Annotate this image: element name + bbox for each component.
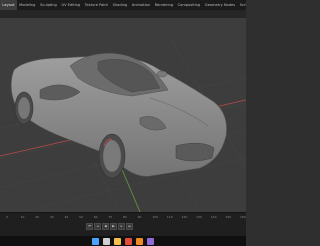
front-rim [102, 139, 122, 173]
playback-controls: ⏮ ◂ ◀ ▶ ▸ ⏭ [86, 223, 133, 230]
play-icon[interactable]: ▶ [110, 223, 117, 230]
3d-viewport[interactable] [0, 18, 246, 212]
viewport-scene [0, 37, 246, 212]
front-grille [175, 143, 215, 162]
frame-tick-label: 80 [123, 215, 127, 219]
workspace-tab-scripting[interactable]: Scripting [237, 0, 246, 10]
frame-tick-label: 100 [152, 215, 158, 219]
workspace-tab-rendering[interactable]: Rendering [152, 0, 175, 10]
frame-tick-label: 140 [210, 215, 217, 219]
frame-tick-label: 110 [166, 215, 173, 219]
timeline-ruler[interactable]: 0 10 20 30 40 50 60 70 80 90 100 110 120 130 140 150 160 [0, 214, 246, 222]
workspace-tab-sculpting[interactable]: Sculpting [38, 0, 59, 10]
play-reverse-icon[interactable]: ◀ [102, 223, 109, 230]
frame-tick-label: 40 [64, 215, 69, 219]
os-taskbar [0, 236, 246, 246]
frame-tick-label: 10 [20, 215, 25, 219]
timeline-panel: 0 10 20 30 40 50 60 70 80 90 100 110 120 130 140 150 160… [0, 212, 246, 237]
jump-end-icon[interactable]: ⏭ [126, 223, 133, 230]
windows-start-icon[interactable] [92, 237, 99, 245]
search-icon[interactable] [103, 237, 110, 245]
frame-tick-label: 30 [49, 215, 54, 219]
car-model[interactable] [10, 53, 227, 179]
workspace-tab-animation[interactable]: Animation [129, 0, 152, 10]
frame-tick-label: 70 [108, 215, 113, 219]
workspace-tab-texture-paint[interactable]: Texture Paint [82, 0, 110, 10]
frame-tick-label: 90 [137, 215, 142, 219]
workspace-tab-uv-editing[interactable]: UV Editing [59, 0, 82, 10]
workspace-tab-shading[interactable]: Shading [110, 0, 129, 10]
app-icon[interactable] [147, 237, 154, 245]
top-menu-bar: Layout Modeling Sculpting UV Editing Texture… [0, 0, 246, 10]
workspace-tab-compositing[interactable]: Compositing [175, 0, 202, 10]
frame-tick-label: 120 [181, 215, 188, 219]
step-back-icon[interactable]: ◂ [94, 223, 101, 230]
frame-tick-label: 50 [79, 215, 83, 219]
frame-tick-label: 0 [6, 215, 8, 219]
frame-tick-label: 160 [240, 215, 246, 219]
step-forward-icon[interactable]: ▸ [118, 223, 125, 230]
file-explorer-icon[interactable] [114, 237, 121, 245]
jump-start-icon[interactable]: ⏮ [86, 223, 93, 230]
frame-tick-label: 60 [93, 215, 98, 219]
workspace-tab-modeling[interactable]: Modeling [17, 0, 38, 10]
workspace-tab-geometry-nodes[interactable]: Geometry Nodes [202, 0, 237, 10]
frame-tick-label: 20 [35, 215, 40, 219]
side-mirror [156, 70, 168, 78]
chrome-icon[interactable] [125, 237, 132, 245]
workspace-tab-layout[interactable]: Layout [0, 0, 17, 10]
blender-icon[interactable] [136, 237, 143, 245]
rear-rim [17, 96, 31, 120]
frame-tick-label: 150 [225, 215, 232, 219]
frame-tick-label: 130 [196, 215, 202, 219]
